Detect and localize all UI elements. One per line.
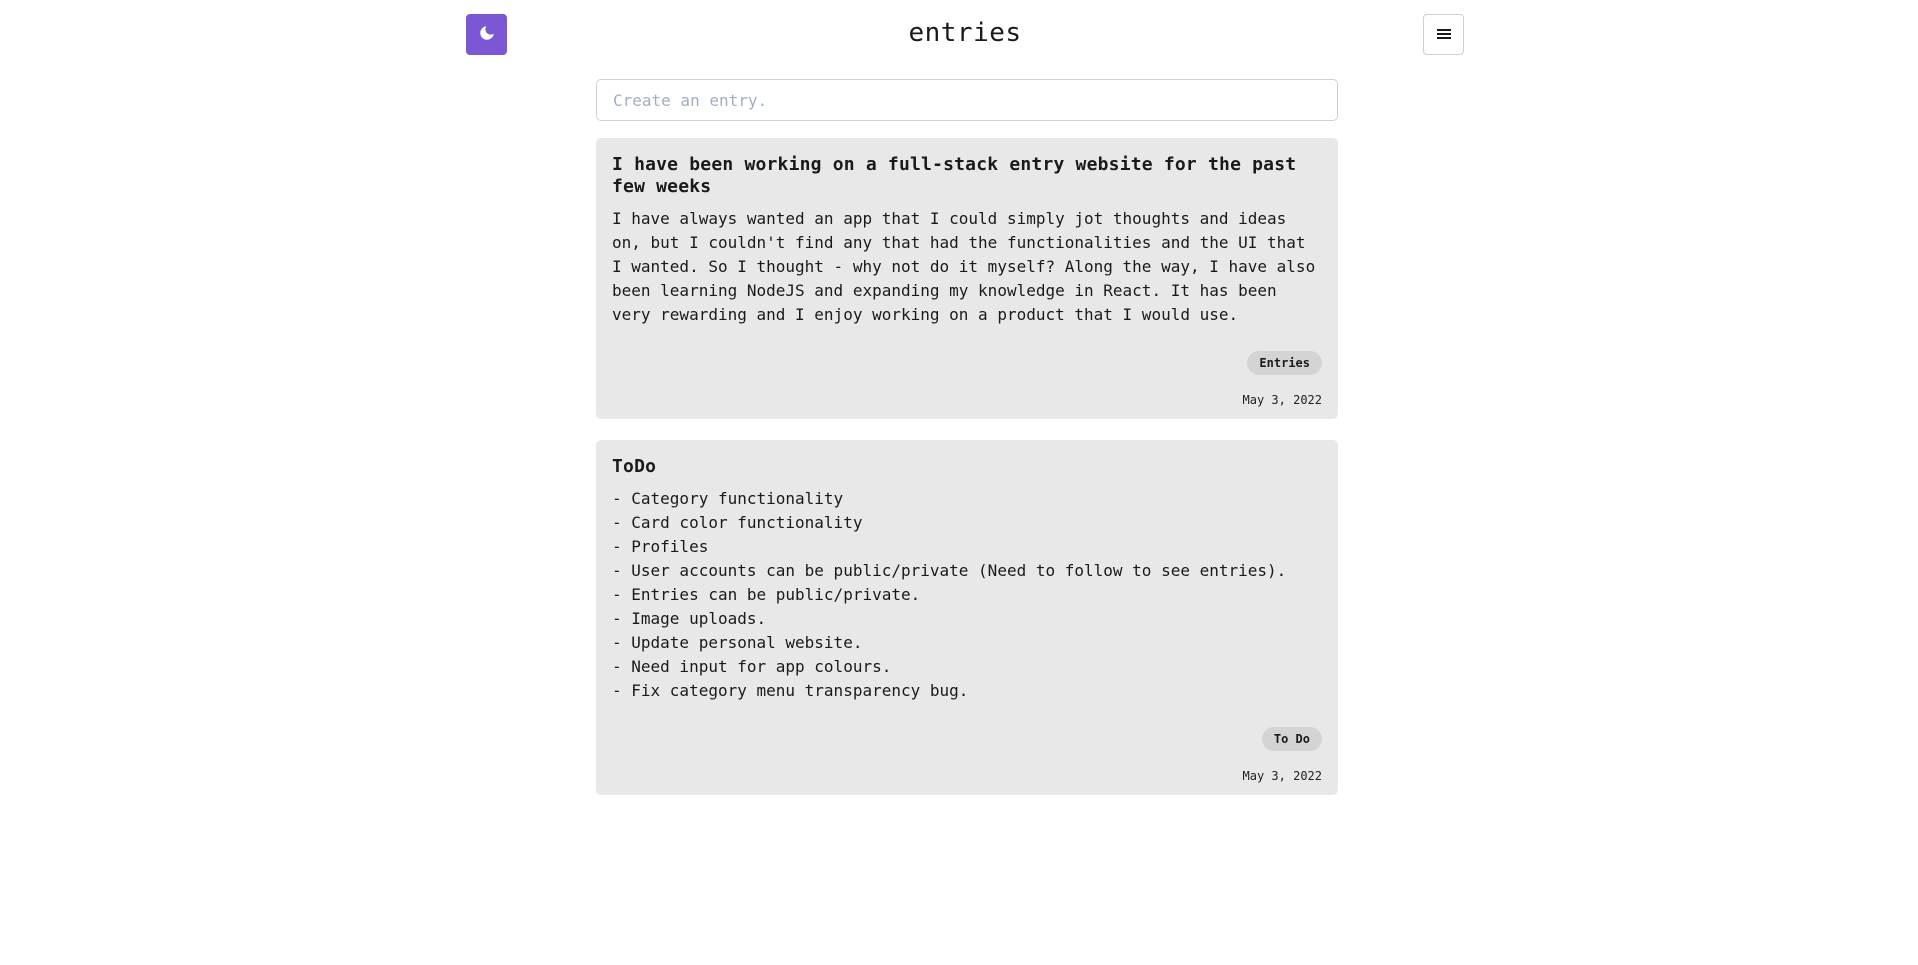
entry-body: I have always wanted an app that I could…	[612, 209, 1325, 324]
entry-card[interactable]: I have been working on a full-stack entr…	[596, 138, 1338, 419]
category-tag[interactable]: To Do	[1261, 727, 1322, 751]
entry-title: I have been working on a full-stack entr…	[612, 154, 1297, 197]
hamburger-icon	[1436, 25, 1451, 44]
entry-title: ToDo	[612, 456, 657, 477]
category-tag[interactable]: Entries	[1247, 351, 1322, 375]
entry-date: May 3, 2022	[1242, 769, 1322, 783]
menu-button[interactable]	[1423, 14, 1464, 55]
header: entries	[466, 14, 1464, 56]
entry-body: - Category functionality - Card color fu…	[612, 489, 1287, 700]
entry-date: May 3, 2022	[1242, 393, 1322, 407]
create-entry-input[interactable]	[596, 79, 1338, 121]
app-title: entries	[908, 18, 1022, 48]
entry-card[interactable]: ToDo - Category functionality - Card col…	[596, 440, 1338, 795]
